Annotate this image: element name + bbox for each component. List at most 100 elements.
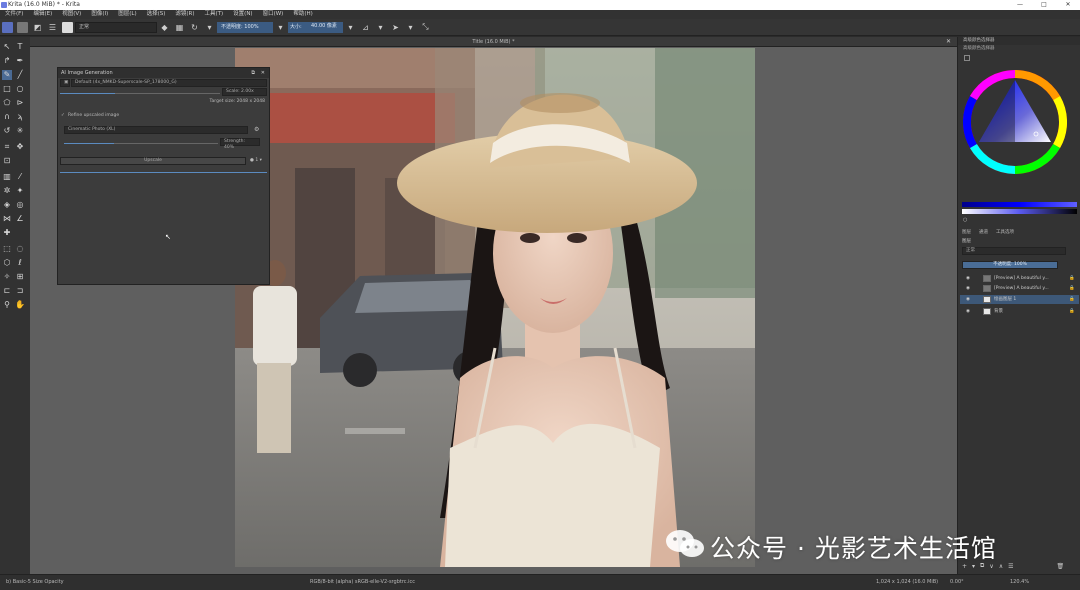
upscale-model-select[interactable]: Default (4x_NMKD-Superscale-SP_178000_G) (71, 79, 267, 87)
visibility-eye-icon[interactable]: ◉ (966, 274, 970, 283)
value-slider[interactable] (962, 209, 1077, 214)
zoom-status[interactable]: 120.4% (1010, 579, 1029, 585)
polygon-select-icon[interactable]: ⬡ (2, 258, 12, 268)
reload-icon[interactable]: ↻ (189, 22, 200, 33)
line-tool-icon[interactable]: ╱ (15, 70, 25, 80)
magnetic-select-icon[interactable]: ⊐ (15, 286, 25, 296)
mirror-vertical-icon[interactable]: ➤ (390, 22, 401, 33)
layer-row[interactable]: ◉ [Preview] A beautiful y... 🔒 (960, 274, 1079, 283)
tab-tool-options[interactable]: 工具选项 (992, 229, 1018, 235)
scale-input[interactable]: Scale: 2.00x (222, 88, 267, 96)
close-button[interactable]: ✕ (1056, 0, 1080, 10)
polyline-tool-icon[interactable]: ⊳ (15, 98, 25, 108)
pan-tool-icon[interactable]: ✋ (15, 300, 25, 310)
gradient-swatch[interactable] (2, 21, 13, 33)
enclose-fill-icon[interactable]: ◎ (15, 200, 25, 210)
similar-select-icon[interactable]: ⊞ (15, 272, 25, 282)
queue-icon[interactable]: ● 1 ▾ (250, 158, 262, 163)
gradient-tool-icon[interactable]: ▥ (2, 172, 12, 182)
freehand-path-icon[interactable]: ϡ (15, 112, 25, 122)
workspace-icon[interactable]: ▣ (60, 79, 70, 87)
mirror-horizontal-icon[interactable]: ⊿ (360, 22, 371, 33)
lock-icon[interactable]: 🔒 (1069, 307, 1075, 316)
scale-slider-track[interactable] (60, 90, 220, 98)
menu-settings[interactable]: 设置(N) (228, 10, 257, 19)
color-settings-icon[interactable] (964, 55, 970, 61)
rotation-status[interactable]: 0.00° (950, 579, 964, 585)
color-wheel[interactable] (963, 70, 1067, 174)
move-up-icon[interactable]: ∧ (999, 563, 1003, 570)
wrap-around-icon[interactable]: ⤡ (420, 22, 431, 33)
crop-tool-icon[interactable]: ⌗ (2, 142, 12, 152)
brush-preset-status[interactable]: b) Basic-5 Size Opacity (6, 579, 64, 585)
maximize-button[interactable]: □ (1032, 0, 1056, 10)
layer-properties-icon[interactable]: ☰ (1008, 563, 1013, 570)
bezier-select-icon[interactable]: ⊏ (2, 286, 12, 296)
menu-help[interactable]: 帮助(H) (288, 10, 317, 19)
edit-shapes-icon[interactable]: ↱ (2, 56, 12, 66)
pattern-swatch[interactable] (17, 21, 28, 33)
rect-select-icon[interactable]: ⬚ (2, 244, 12, 254)
bezier-tool-icon[interactable]: ∩ (2, 112, 12, 122)
dynamic-brush-icon[interactable]: ↺ (2, 126, 12, 136)
menu-layer[interactable]: 图层(L) (113, 10, 141, 19)
menu-tools[interactable]: 工具(T) (200, 10, 229, 19)
smart-patch-icon[interactable]: ✦ (15, 186, 25, 196)
polygon-tool-icon[interactable]: ⬠ (2, 98, 12, 108)
calligraphy-icon[interactable]: ✒ (15, 56, 25, 66)
text-tool-icon[interactable]: T (15, 42, 25, 52)
ellipse-select-icon[interactable]: ◌ (15, 244, 25, 254)
contiguous-select-icon[interactable]: ✧ (2, 272, 12, 282)
visibility-eye-icon[interactable]: ◉ (966, 295, 970, 304)
dropdown-arrow-icon[interactable]: ▾ (345, 22, 356, 33)
color-picker-icon[interactable]: ⁄ (15, 172, 25, 182)
strength-slider-track[interactable] (64, 140, 218, 148)
opacity-slider[interactable]: 不透明度: 100% (217, 21, 273, 33)
lock-icon[interactable]: 🔒 (1069, 274, 1075, 283)
canvas-image[interactable] (235, 48, 755, 567)
dropdown-arrow-icon[interactable]: ▾ (375, 22, 386, 33)
style-settings-icon[interactable]: ⚙ (254, 126, 259, 133)
colorize-mask-icon[interactable]: ✲ (2, 186, 12, 196)
dropdown-arrow-icon[interactable]: ▾ (405, 22, 416, 33)
multibrush-icon[interactable]: ✳ (15, 126, 25, 136)
lock-icon[interactable]: 🔒 (1069, 295, 1075, 304)
close-document-icon[interactable]: ✕ (946, 37, 951, 47)
alpha-lock-icon[interactable]: ▦ (174, 22, 185, 33)
measure-tool-icon[interactable]: ∠ (15, 214, 25, 224)
rectangle-tool-icon[interactable]: □ (2, 84, 12, 94)
visibility-eye-icon[interactable]: ◉ (966, 307, 970, 316)
tab-layers[interactable]: 图层 (958, 229, 975, 235)
menu-filter[interactable]: 滤镜(R) (170, 10, 199, 19)
ellipse-tool-icon[interactable]: ○ (15, 84, 25, 94)
upscale-button[interactable]: Upscale (60, 157, 246, 165)
menu-edit[interactable]: 编辑(E) (28, 10, 57, 19)
color-space-status[interactable]: RGB/8-bit (alpha) sRGB-elle-V2-srgbtrc.i… (310, 579, 415, 585)
size-slider[interactable]: 40.00 像素 (308, 21, 343, 33)
style-select[interactable]: Cinematic Photo (XL) (64, 126, 248, 134)
layer-row-selected[interactable]: ◉ 绘画图层 1 🔒 (960, 295, 1079, 304)
eraser-icon[interactable]: ◆ (159, 22, 170, 33)
close-panel-icon[interactable]: ✕ (261, 68, 265, 78)
dropdown-arrow-icon[interactable]: ▾ (275, 22, 286, 33)
freehand-select-icon[interactable]: ℓ (15, 258, 25, 268)
menu-file[interactable]: 文件(F) (0, 10, 28, 19)
freehand-brush-icon[interactable]: ✎ (2, 70, 12, 80)
assistant-tool-icon[interactable]: ⋈ (2, 214, 12, 224)
menu-image[interactable]: 图像(I) (86, 10, 113, 19)
move-tool-icon[interactable]: ✥ (15, 142, 25, 152)
delete-layer-icon[interactable]: 🗑 (1057, 563, 1065, 570)
zoom-tool-icon[interactable]: ⚲ (2, 300, 12, 310)
color-history-icon[interactable]: ○ (963, 217, 967, 223)
reference-tool-icon[interactable]: ✚ (2, 228, 12, 238)
document-tab[interactable]: Title (16.0 MiB) * ✕ (30, 37, 957, 47)
layer-row[interactable]: ◉ 背景 🔒 (960, 307, 1079, 316)
brush-settings-icon[interactable]: ☰ (47, 22, 58, 33)
dropdown-arrow-icon[interactable]: ▾ (204, 22, 215, 33)
menu-select[interactable]: 选择(S) (142, 10, 171, 19)
layer-opacity-slider[interactable]: 不透明度: 100% (962, 261, 1058, 269)
layer-blend-mode-select[interactable]: 正常 (962, 247, 1066, 255)
blend-mode-select[interactable]: 正常 (75, 21, 157, 33)
strength-input[interactable]: Strength: 40% (220, 138, 260, 150)
refine-checkbox[interactable]: ✓ (61, 113, 65, 118)
